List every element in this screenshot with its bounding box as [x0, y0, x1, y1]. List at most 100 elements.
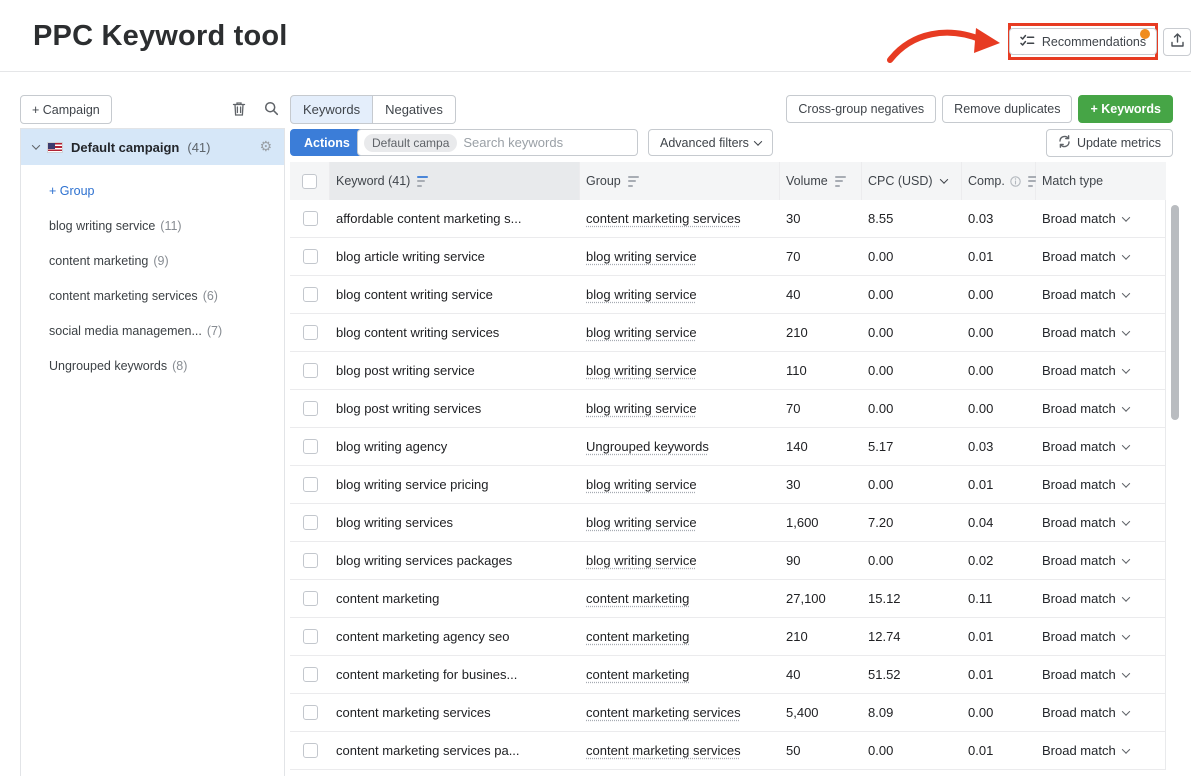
row-checkbox[interactable] [303, 629, 318, 644]
keyword-cell[interactable]: content marketing services [330, 694, 580, 731]
column-header-match-type[interactable]: Match type [1036, 162, 1166, 200]
campaign-row-default[interactable]: Default campaign (41) ⚙ [21, 129, 284, 165]
chevron-down-icon [1121, 555, 1129, 563]
group-cell[interactable]: content marketing [586, 667, 689, 682]
sidebar-group-item[interactable]: content marketing services (6) [21, 278, 284, 313]
row-checkbox[interactable] [303, 363, 318, 378]
group-cell[interactable]: blog writing service [586, 401, 697, 416]
match-type-dropdown[interactable]: Broad match [1036, 276, 1166, 313]
keyword-cell[interactable]: blog writing services packages [330, 542, 580, 579]
sidebar-group-item[interactable]: blog writing service (11) [21, 208, 284, 243]
keyword-cell[interactable]: affordable content marketing s... [330, 200, 580, 237]
row-checkbox[interactable] [303, 477, 318, 492]
advanced-filters-button[interactable]: Advanced filters [648, 129, 773, 156]
match-type-dropdown[interactable]: Broad match [1036, 200, 1166, 237]
group-cell[interactable]: content marketing services [586, 705, 741, 720]
column-header-comp[interactable]: Comp. [962, 162, 1036, 200]
group-cell[interactable]: blog writing service [586, 553, 697, 568]
row-checkbox[interactable] [303, 439, 318, 454]
table-scrollbar[interactable] [1171, 205, 1179, 420]
group-cell[interactable]: content marketing services [586, 743, 741, 758]
sidebar-group-item[interactable]: content marketing (9) [21, 243, 284, 278]
match-type-dropdown[interactable]: Broad match [1036, 466, 1166, 503]
group-cell[interactable]: blog writing service [586, 287, 697, 302]
table-row: content marketing for busines... content… [290, 656, 1165, 694]
keyword-cell[interactable]: content marketing [330, 580, 580, 617]
match-type-label: Broad match [1042, 325, 1116, 340]
row-checkbox[interactable] [303, 325, 318, 340]
group-cell[interactable]: blog writing service [586, 477, 697, 492]
column-header-volume[interactable]: Volume [780, 162, 862, 200]
match-type-dropdown[interactable]: Broad match [1036, 656, 1166, 693]
update-metrics-button[interactable]: Update metrics [1046, 129, 1173, 157]
tab-keywords[interactable]: Keywords [290, 95, 373, 124]
sidebar-group-item[interactable]: social media managemen... (7) [21, 313, 284, 348]
match-type-dropdown[interactable]: Broad match [1036, 504, 1166, 541]
group-cell[interactable]: blog writing service [586, 325, 697, 340]
search-input[interactable] [463, 135, 631, 150]
row-checkbox[interactable] [303, 211, 318, 226]
gear-icon[interactable]: ⚙ [259, 140, 272, 154]
add-keywords-button[interactable]: + Keywords [1078, 95, 1173, 123]
match-type-dropdown[interactable]: Broad match [1036, 352, 1166, 389]
match-type-dropdown[interactable]: Broad match [1036, 580, 1166, 617]
match-type-dropdown[interactable]: Broad match [1036, 428, 1166, 465]
add-campaign-button[interactable]: + Campaign [20, 95, 112, 124]
chevron-down-icon[interactable] [32, 141, 40, 149]
keyword-search-box[interactable]: Default campa [357, 129, 638, 156]
recommendations-button[interactable]: Recommendations [1009, 28, 1157, 55]
group-cell[interactable]: blog writing service [586, 515, 697, 530]
row-checkbox[interactable] [303, 287, 318, 302]
actions-button[interactable]: Actions [290, 129, 364, 156]
column-header-keyword[interactable]: Keyword (41) [330, 162, 580, 200]
keyword-cell[interactable]: blog writing service pricing [330, 466, 580, 503]
column-header-cpc[interactable]: CPC (USD) [862, 162, 962, 200]
row-checkbox[interactable] [303, 591, 318, 606]
table-row: blog post writing services blog writing … [290, 390, 1165, 428]
match-type-dropdown[interactable]: Broad match [1036, 732, 1166, 769]
group-cell[interactable]: Ungrouped keywords [586, 439, 709, 454]
keyword-cell[interactable]: blog article writing service [330, 238, 580, 275]
sidebar-group-item[interactable]: Ungrouped keywords (8) [21, 348, 284, 383]
match-type-dropdown[interactable]: Broad match [1036, 542, 1166, 579]
column-header-group[interactable]: Group [580, 162, 780, 200]
keyword-cell[interactable]: blog writing services [330, 504, 580, 541]
keyword-cell[interactable]: blog content writing service [330, 276, 580, 313]
row-checkbox[interactable] [303, 743, 318, 758]
match-type-dropdown[interactable]: Broad match [1036, 314, 1166, 351]
keyword-cell[interactable]: content marketing agency seo [330, 618, 580, 655]
keyword-cell[interactable]: content marketing services pa... [330, 732, 580, 769]
row-checkbox[interactable] [303, 667, 318, 682]
row-checkbox[interactable] [303, 705, 318, 720]
keyword-cell[interactable]: content marketing for busines... [330, 656, 580, 693]
remove-duplicates-button[interactable]: Remove duplicates [942, 95, 1072, 123]
group-cell[interactable]: blog writing service [586, 249, 697, 264]
campaign-filter-chip[interactable]: Default campa [364, 134, 457, 152]
group-cell[interactable]: content marketing [586, 629, 689, 644]
keyword-cell[interactable]: blog content writing services [330, 314, 580, 351]
chevron-down-icon [1121, 669, 1129, 677]
add-group-link[interactable]: + Group [21, 173, 284, 208]
match-type-dropdown[interactable]: Broad match [1036, 694, 1166, 731]
volume-cell: 90 [780, 542, 862, 579]
sort-icon [628, 176, 639, 187]
group-cell[interactable]: blog writing service [586, 363, 697, 378]
tab-negatives[interactable]: Negatives [373, 95, 456, 124]
keyword-cell[interactable]: blog post writing services [330, 390, 580, 427]
row-checkbox[interactable] [303, 401, 318, 416]
match-type-dropdown[interactable]: Broad match [1036, 390, 1166, 427]
export-button[interactable] [1163, 28, 1191, 56]
keyword-cell[interactable]: blog post writing service [330, 352, 580, 389]
group-cell[interactable]: content marketing [586, 591, 689, 606]
delete-campaign-button[interactable] [228, 99, 250, 121]
match-type-dropdown[interactable]: Broad match [1036, 618, 1166, 655]
select-all-checkbox[interactable] [302, 174, 317, 189]
match-type-dropdown[interactable]: Broad match [1036, 238, 1166, 275]
row-checkbox[interactable] [303, 249, 318, 264]
row-checkbox[interactable] [303, 515, 318, 530]
group-cell[interactable]: content marketing services [586, 211, 741, 226]
cross-group-negatives-button[interactable]: Cross-group negatives [786, 95, 936, 123]
search-campaigns-button[interactable] [260, 99, 282, 121]
row-checkbox[interactable] [303, 553, 318, 568]
keyword-cell[interactable]: blog writing agency [330, 428, 580, 465]
